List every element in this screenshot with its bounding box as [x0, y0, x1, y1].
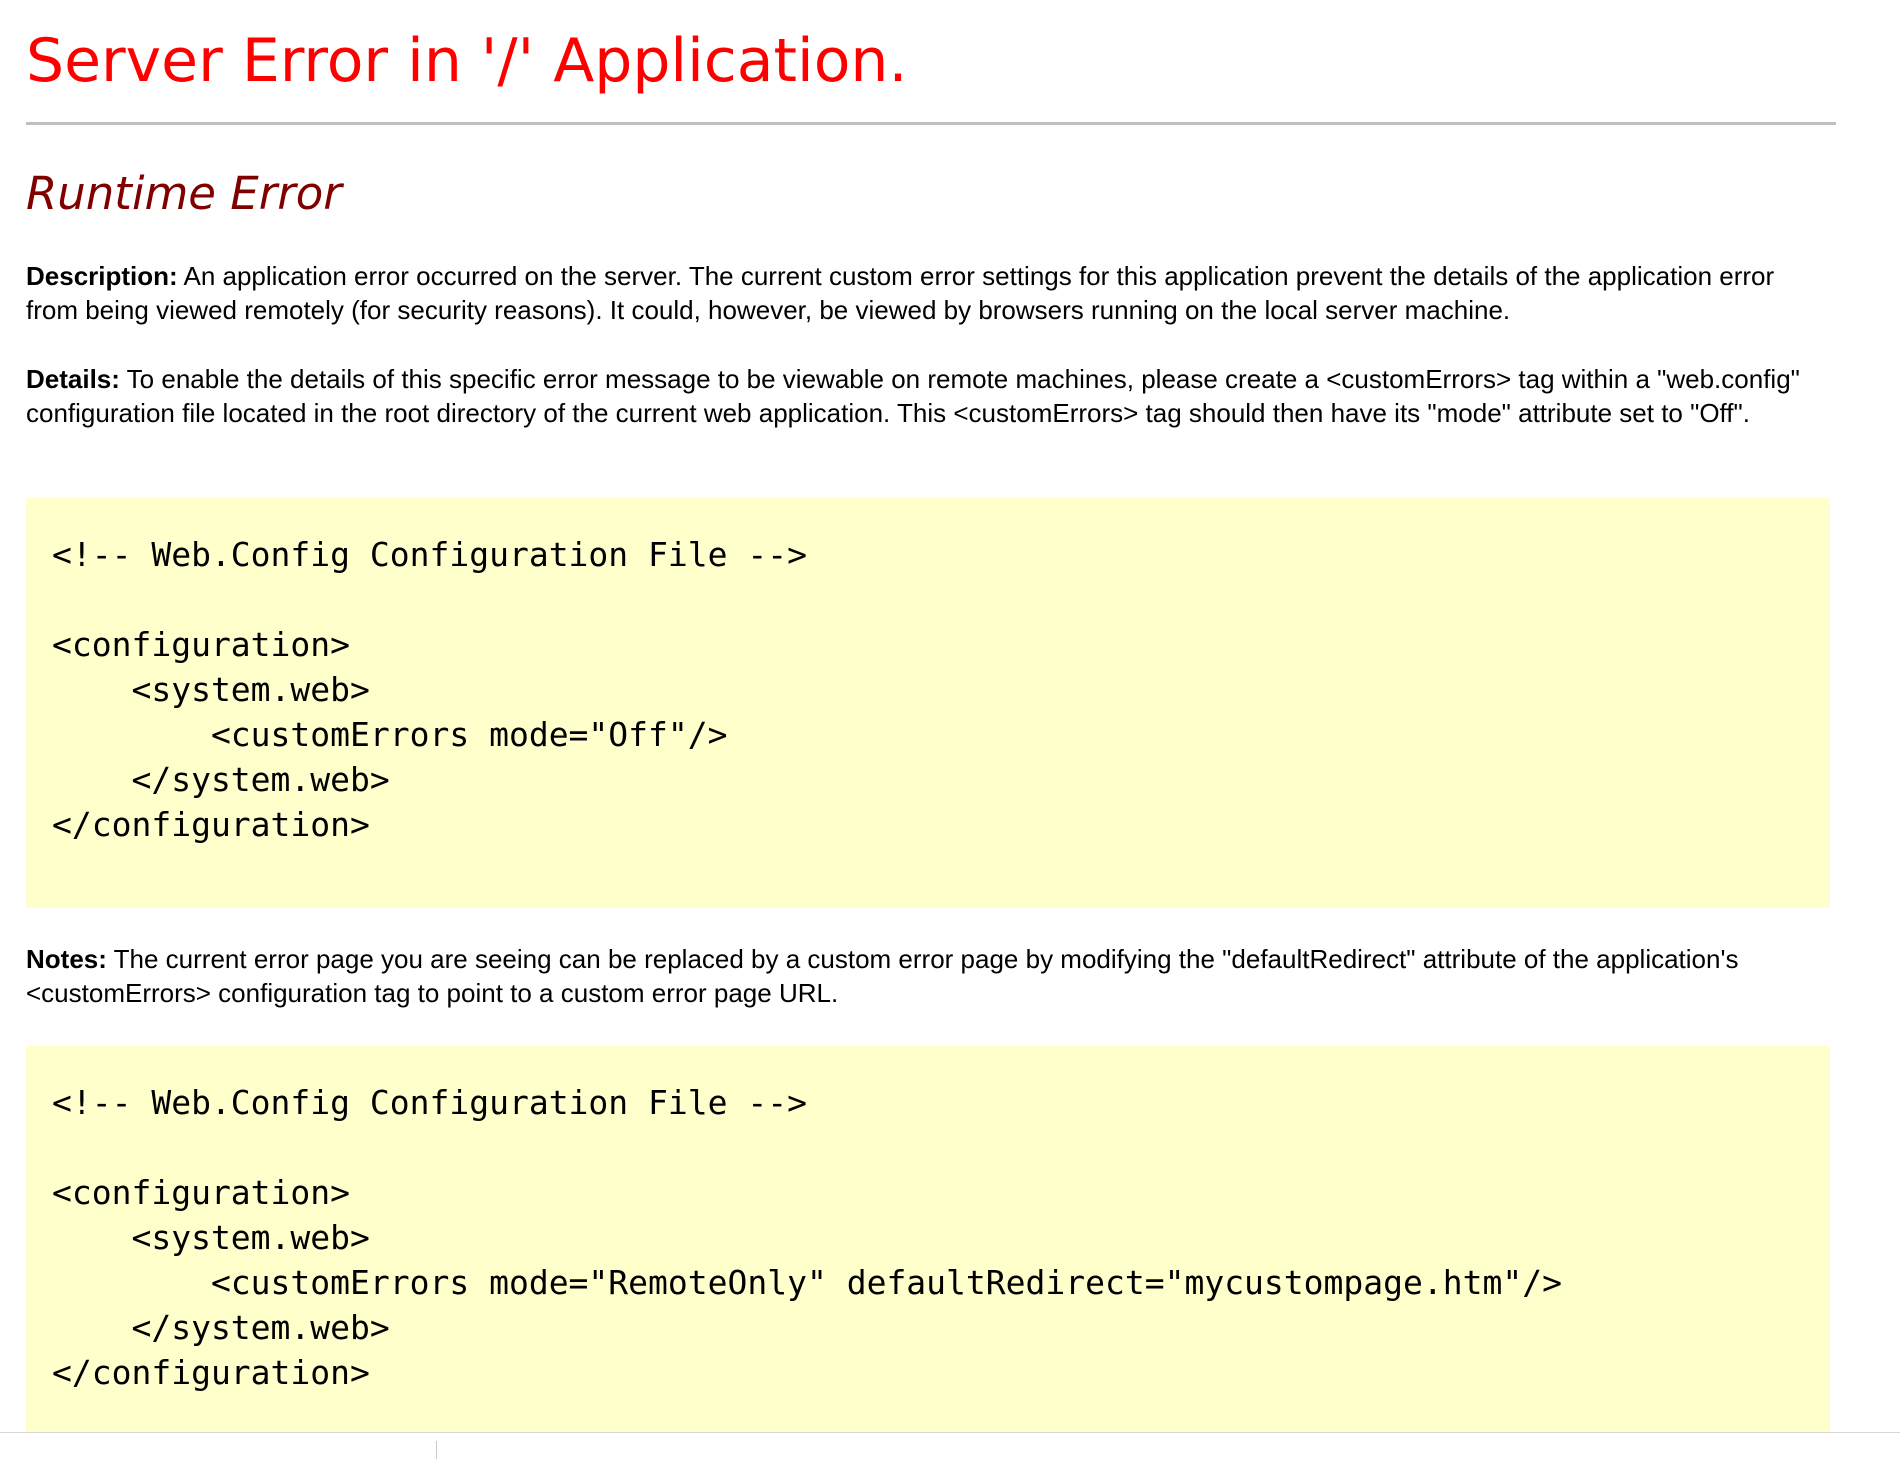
config-code-remoteonly: <!-- Web.Config Configuration File --> <… [52, 1083, 1562, 1392]
description-paragraph: Description: An application error occurr… [26, 259, 1806, 327]
status-bar-divider [436, 1441, 437, 1459]
error-subtitle: Runtime Error [26, 167, 342, 220]
title-divider [26, 122, 1836, 125]
notes-label: Notes: [26, 944, 107, 974]
description-label: Description: [26, 261, 178, 291]
browser-status-bar [0, 1432, 1900, 1459]
config-code-block-off: <!-- Web.Config Configuration File --> <… [26, 498, 1830, 908]
config-code-off: <!-- Web.Config Configuration File --> <… [52, 535, 807, 844]
description-text: An application error occurred on the ser… [26, 261, 1775, 325]
page-title: Server Error in '/' Application. [26, 26, 908, 96]
error-page: Server Error in '/' Application. Runtime… [0, 0, 1900, 1459]
config-code-block-remoteonly: <!-- Web.Config Configuration File --> <… [26, 1046, 1830, 1436]
details-text: To enable the details of this specific e… [26, 364, 1800, 428]
notes-paragraph: Notes: The current error page you are se… [26, 942, 1806, 1010]
notes-text: The current error page you are seeing ca… [26, 944, 1739, 1008]
details-label: Details: [26, 364, 120, 394]
details-paragraph: Details: To enable the details of this s… [26, 362, 1806, 430]
